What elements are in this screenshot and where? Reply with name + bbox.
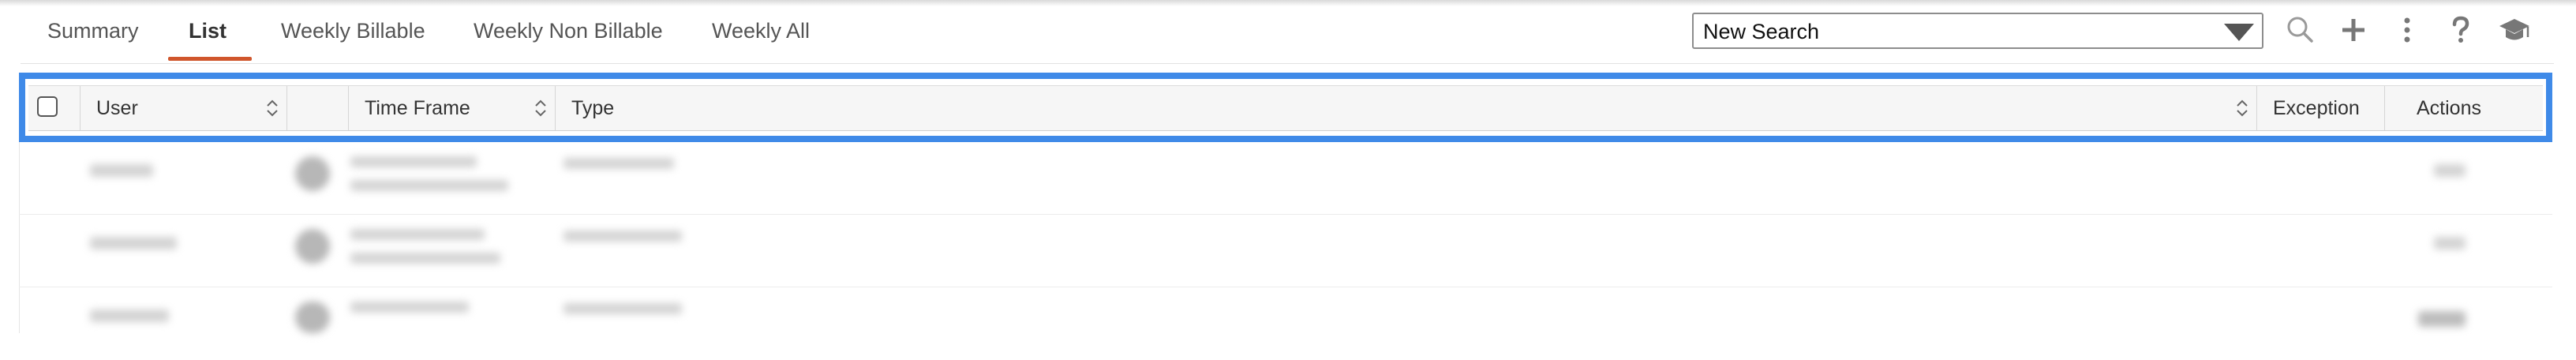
select-all-checkbox[interactable]: [37, 96, 58, 117]
graduation-cap-icon[interactable]: [2497, 13, 2532, 47]
tab-weekly-all[interactable]: Weekly All: [712, 16, 810, 58]
tab-list[interactable]: List: [189, 16, 227, 58]
column-label-type: Type: [571, 97, 615, 119]
sort-icon: [535, 99, 546, 117]
view-tabs: Summary List Weekly Billable Weekly Non …: [0, 0, 1681, 63]
tab-weekly-non-billable[interactable]: Weekly Non Billable: [474, 16, 663, 58]
column-header-time-frame[interactable]: Time Frame: [349, 86, 556, 130]
saved-search-value: New Search: [1703, 20, 1820, 43]
table-header: User Time Frame Type Exception Actions: [28, 85, 2543, 131]
active-tab-indicator: [168, 57, 252, 61]
tab-weekly-billable[interactable]: Weekly Billable: [281, 16, 425, 58]
tabs-divider: [21, 63, 2554, 64]
column-label-time-frame: Time Frame: [365, 97, 470, 119]
table-row: [19, 142, 2552, 215]
column-label-user: User: [96, 97, 138, 119]
saved-search-select[interactable]: New Search: [1692, 13, 2263, 49]
more-vertical-icon[interactable]: [2390, 13, 2424, 47]
column-header-avatar: [287, 86, 349, 130]
sort-icon: [267, 99, 278, 117]
select-all-cell: [28, 86, 80, 130]
column-header-exception[interactable]: Exception: [2257, 86, 2385, 130]
search-icon[interactable]: [2282, 13, 2317, 47]
column-label-actions: Actions: [2417, 97, 2481, 119]
chevron-down-icon: [2224, 24, 2254, 41]
table-row: [19, 215, 2552, 287]
sort-icon: [2237, 99, 2248, 117]
column-header-actions: Actions: [2385, 86, 2543, 130]
table-body-blurred: [19, 142, 2552, 333]
help-icon[interactable]: [2443, 13, 2478, 47]
column-header-user[interactable]: User: [80, 86, 287, 130]
column-header-type[interactable]: Type: [556, 86, 2257, 130]
tab-summary[interactable]: Summary: [47, 16, 139, 58]
column-label-exception: Exception: [2273, 97, 2360, 119]
table-row: [19, 287, 2552, 360]
plus-icon[interactable]: [2336, 13, 2371, 47]
